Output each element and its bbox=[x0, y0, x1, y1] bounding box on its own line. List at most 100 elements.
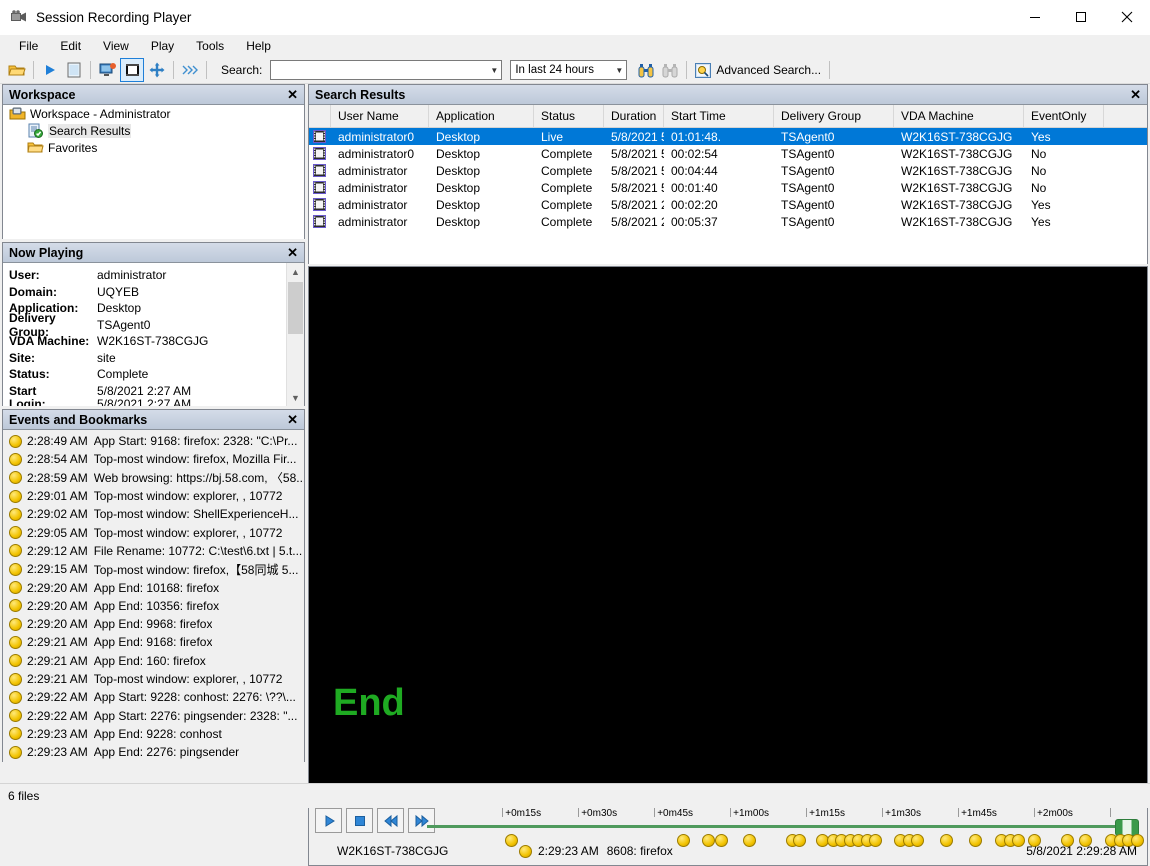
event-row[interactable]: 2:29:22 AMApp Start: 9228: conhost: 2276… bbox=[3, 688, 304, 706]
table-row[interactable]: administratorDesktopComplete5/8/2021 2:2… bbox=[309, 196, 1147, 213]
stop-button[interactable] bbox=[346, 808, 373, 833]
column-header-user-name[interactable]: User Name bbox=[331, 105, 429, 127]
cell-application: Desktop bbox=[429, 147, 534, 161]
chevron-down-icon[interactable]: ▼ bbox=[487, 66, 501, 75]
toolbar-separator-5 bbox=[686, 61, 687, 79]
menu-file[interactable]: File bbox=[8, 37, 49, 55]
stop-icon[interactable] bbox=[63, 59, 85, 81]
search-results-panel: Search Results ✕ User NameApplicationSta… bbox=[308, 84, 1148, 264]
cell-application: Desktop bbox=[429, 198, 534, 212]
cell-status: Live bbox=[534, 130, 604, 144]
scroll-down-arrow-icon[interactable]: ▼ bbox=[287, 389, 304, 406]
search-results-rows[interactable]: administrator0DesktopLive5/8/2021 5:27 A… bbox=[309, 128, 1147, 230]
event-row[interactable]: 2:29:05 AMTop-most window: explorer, , 1… bbox=[3, 523, 304, 541]
rewind-button[interactable] bbox=[377, 808, 404, 833]
row-icon-cell bbox=[309, 198, 331, 211]
play-button[interactable] bbox=[315, 808, 342, 833]
menu-bar: File Edit View Play Tools Help bbox=[0, 35, 1150, 57]
event-row[interactable]: 2:29:21 AMTop-most window: explorer, , 1… bbox=[3, 670, 304, 688]
workspace-panel-header: Workspace ✕ bbox=[3, 85, 304, 105]
menu-help[interactable]: Help bbox=[235, 37, 282, 55]
event-row[interactable]: 2:29:02 AMTop-most window: ShellExperien… bbox=[3, 505, 304, 523]
event-row[interactable]: 2:29:12 AMFile Rename: 10772: C:\test\6.… bbox=[3, 542, 304, 560]
play-icon[interactable] bbox=[39, 59, 61, 81]
event-row[interactable]: 2:29:21 AMApp End: 160: firefox bbox=[3, 652, 304, 670]
event-marker-icon bbox=[9, 544, 22, 557]
event-row[interactable]: 2:29:23 AMApp End: 2276: pingsender bbox=[3, 743, 304, 761]
table-row[interactable]: administratorDesktopComplete5/8/2021 2:1… bbox=[309, 213, 1147, 230]
column-header-delivery-group[interactable]: Delivery Group bbox=[774, 105, 894, 127]
event-row[interactable]: 2:28:49 AMApp Start: 9168: firefox: 2328… bbox=[3, 432, 304, 450]
open-folder-icon[interactable] bbox=[6, 59, 28, 81]
workspace-tree: Workspace - Administrator Search Results… bbox=[3, 105, 304, 239]
close-button[interactable] bbox=[1104, 1, 1150, 34]
menu-play[interactable]: Play bbox=[140, 37, 185, 55]
search-results-close-icon[interactable]: ✕ bbox=[1128, 87, 1143, 103]
np-row-domain: Domain: UQYEB bbox=[9, 284, 286, 301]
column-header-duration[interactable]: Duration bbox=[604, 105, 664, 127]
column-header-eventonly[interactable]: EventOnly bbox=[1024, 105, 1104, 127]
tree-item-search-results[interactable]: Search Results bbox=[3, 122, 304, 139]
video-playback-area[interactable]: End bbox=[308, 266, 1148, 804]
title-bar: Session Recording Player bbox=[0, 0, 1150, 35]
film-strip-icon[interactable] bbox=[120, 58, 144, 82]
column-header-vda-machine[interactable]: VDA Machine bbox=[894, 105, 1024, 127]
menu-edit[interactable]: Edit bbox=[49, 37, 92, 55]
column-header-status[interactable]: Status bbox=[534, 105, 604, 127]
event-text: Top-most window: explorer, , 10772 bbox=[94, 672, 283, 686]
search-input[interactable]: ▼ bbox=[270, 60, 502, 80]
event-row[interactable]: 2:29:20 AMApp End: 10356: firefox bbox=[3, 597, 304, 615]
event-row[interactable]: 2:28:59 AMWeb browsing: https://bj.58.co… bbox=[3, 469, 304, 487]
event-row[interactable]: 2:29:01 AMTop-most window: explorer, , 1… bbox=[3, 487, 304, 505]
column-header-start-time[interactable]: Start Time bbox=[664, 105, 774, 127]
cell-vda-machine: W2K16ST-738CGJG bbox=[894, 164, 1024, 178]
timeline[interactable]: +0m15s+0m30s+0m45s+1m00s+1m15s+1m30s+1m4… bbox=[427, 808, 1137, 844]
event-row[interactable]: 2:29:23 AMApp End: 2328: firefox bbox=[3, 761, 304, 762]
now-playing-close-icon[interactable]: ✕ bbox=[285, 245, 300, 261]
table-row[interactable]: administratorDesktopComplete5/8/2021 5:1… bbox=[309, 179, 1147, 196]
chevrons-right-icon[interactable] bbox=[179, 59, 201, 81]
pan-move-icon[interactable] bbox=[146, 59, 168, 81]
minimize-button[interactable] bbox=[1012, 1, 1058, 34]
tree-item-workspace-administrator[interactable]: Workspace - Administrator bbox=[3, 105, 304, 122]
event-row[interactable]: 2:29:22 AMApp Start: 2276: pingsender: 2… bbox=[3, 706, 304, 724]
advanced-search-button[interactable]: Advanced Search... bbox=[691, 61, 825, 80]
event-row[interactable]: 2:29:23 AMApp End: 9228: conhost bbox=[3, 725, 304, 743]
table-row[interactable]: administrator0DesktopComplete5/8/2021 5:… bbox=[309, 145, 1147, 162]
time-range-select[interactable]: In last 24 hours ▼ bbox=[510, 60, 627, 80]
event-marker-icon bbox=[9, 709, 22, 722]
events-close-icon[interactable]: ✕ bbox=[285, 412, 300, 428]
column-header-application[interactable]: Application bbox=[429, 105, 534, 127]
events-panel-header: Events and Bookmarks ✕ bbox=[3, 410, 304, 430]
table-row[interactable]: administratorDesktopComplete5/8/2021 5:1… bbox=[309, 162, 1147, 179]
maximize-button[interactable] bbox=[1058, 1, 1104, 34]
tree-item-favorites[interactable]: Favorites bbox=[3, 139, 304, 156]
timeline-track[interactable] bbox=[427, 825, 1137, 828]
monitor-icon[interactable] bbox=[96, 59, 118, 81]
scrollbar-thumb[interactable] bbox=[288, 282, 303, 334]
event-marker-icon bbox=[9, 435, 22, 448]
event-row[interactable]: 2:29:20 AMApp End: 9968: firefox bbox=[3, 615, 304, 633]
workspace-close-icon[interactable]: ✕ bbox=[285, 87, 300, 103]
event-row[interactable]: 2:28:54 AMTop-most window: firefox, Mozi… bbox=[3, 450, 304, 468]
table-row[interactable]: administrator0DesktopLive5/8/2021 5:27 A… bbox=[309, 128, 1147, 145]
now-playing-scrollbar[interactable]: ▲ ▼ bbox=[286, 263, 304, 406]
binoculars-icon[interactable] bbox=[635, 59, 657, 81]
event-row[interactable]: 2:29:21 AMApp End: 9168: firefox bbox=[3, 633, 304, 651]
player-transport-buttons bbox=[315, 808, 439, 833]
events-list[interactable]: 2:28:49 AMApp Start: 9168: firefox: 2328… bbox=[3, 430, 304, 762]
toolbar-separator bbox=[33, 61, 34, 79]
event-text: Top-most window: ShellExperienceH... bbox=[94, 507, 299, 521]
advanced-search-icon bbox=[695, 63, 711, 78]
event-marker-icon bbox=[9, 636, 22, 649]
scroll-up-arrow-icon[interactable]: ▲ bbox=[287, 263, 304, 280]
event-text: App Start: 2276: pingsender: 2328: "... bbox=[94, 709, 298, 723]
event-row[interactable]: 2:29:15 AMTop-most window: firefox,【58同城… bbox=[3, 560, 304, 578]
menu-tools[interactable]: Tools bbox=[185, 37, 235, 55]
cell-delivery-group: TSAgent0 bbox=[774, 130, 894, 144]
menu-view[interactable]: View bbox=[92, 37, 140, 55]
chevron-down-icon-range[interactable]: ▼ bbox=[612, 66, 626, 75]
cell-application: Desktop bbox=[429, 181, 534, 195]
toolbar-separator-4 bbox=[206, 61, 207, 79]
event-row[interactable]: 2:29:20 AMApp End: 10168: firefox bbox=[3, 578, 304, 596]
